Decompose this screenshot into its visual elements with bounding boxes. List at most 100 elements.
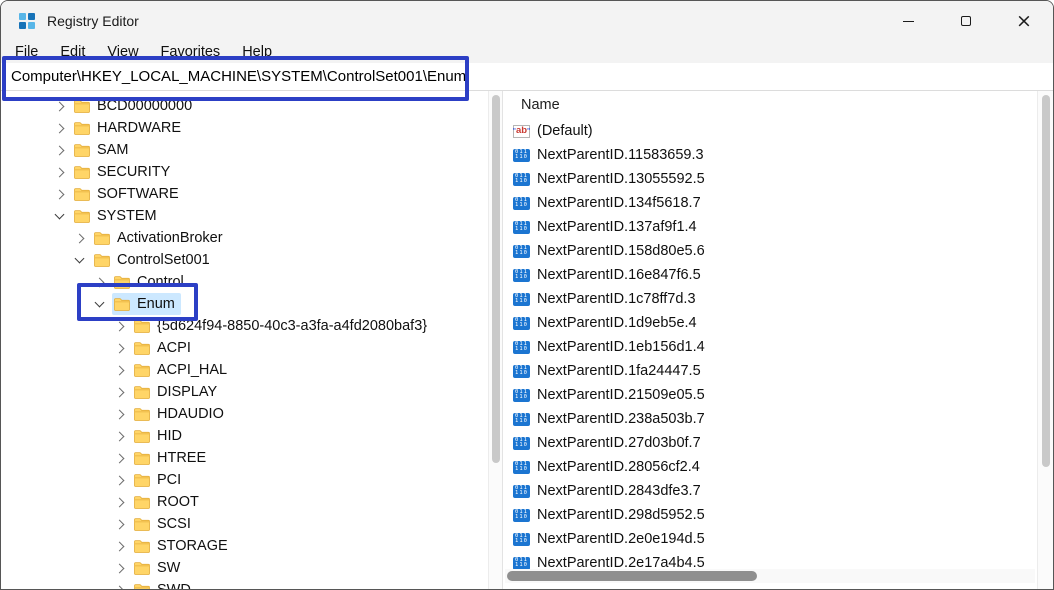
- values-horizontal-scrollbar[interactable]: [505, 569, 1035, 583]
- tree-item-body[interactable]: ACPI: [132, 337, 197, 359]
- tree-item-body[interactable]: ActivationBroker: [92, 227, 229, 249]
- chevron-right-icon[interactable]: [55, 145, 65, 155]
- value-row-nextparentid-2e0e194d-5[interactable]: 011110NextParentID.2e0e194d.5: [513, 527, 1037, 551]
- tree-item-body[interactable]: Control: [112, 271, 190, 293]
- tree-item-sw[interactable]: SW: [1, 557, 488, 579]
- chevron-right-icon[interactable]: [95, 277, 105, 287]
- tree-item-body[interactable]: HDAUDIO: [132, 403, 230, 425]
- tree-item-sam[interactable]: SAM: [1, 139, 488, 161]
- tree-item-acpi-hal[interactable]: ACPI_HAL: [1, 359, 488, 381]
- tree-item-body[interactable]: BCD00000000: [72, 95, 198, 117]
- tree-item-root[interactable]: ROOT: [1, 491, 488, 513]
- tree-item-scsi[interactable]: SCSI: [1, 513, 488, 535]
- values-scrollbar-thumb[interactable]: [1042, 95, 1050, 467]
- tree-item-body[interactable]: SCSI: [132, 513, 197, 535]
- value-row-nextparentid-137af9f1-4[interactable]: 011110NextParentID.137af9f1.4: [513, 215, 1037, 239]
- chevron-right-icon[interactable]: [55, 167, 65, 177]
- value-row-nextparentid-1d9eb5e-4[interactable]: 011110NextParentID.1d9eb5e.4: [513, 311, 1037, 335]
- value-row-nextparentid-158d80e5-6[interactable]: 011110NextParentID.158d80e5.6: [513, 239, 1037, 263]
- tree-item-acpi[interactable]: ACPI: [1, 337, 488, 359]
- value-row-nextparentid-16e847f6-5[interactable]: 011110NextParentID.16e847f6.5: [513, 263, 1037, 287]
- tree-item-body[interactable]: ACPI_HAL: [132, 359, 233, 381]
- value-row-nextparentid-2843dfe3-7[interactable]: 011110NextParentID.2843dfe3.7: [513, 479, 1037, 503]
- tree-item-software[interactable]: SOFTWARE: [1, 183, 488, 205]
- tree-scrollbar-thumb[interactable]: [492, 95, 500, 463]
- tree-item-control[interactable]: Control: [1, 271, 488, 293]
- value-row-nextparentid-238a503b-7[interactable]: 011110NextParentID.238a503b.7: [513, 407, 1037, 431]
- tree-item-pci[interactable]: PCI: [1, 469, 488, 491]
- horizontal-scrollbar-thumb[interactable]: [507, 571, 757, 581]
- chevron-right-icon[interactable]: [55, 189, 65, 199]
- chevron-right-icon[interactable]: [115, 585, 125, 589]
- chevron-right-icon[interactable]: [55, 123, 65, 133]
- tree-item-body[interactable]: HID: [132, 425, 188, 447]
- chevron-right-icon[interactable]: [115, 365, 125, 375]
- tree-item-swd[interactable]: SWD: [1, 579, 488, 589]
- tree-item-body[interactable]: SWD: [132, 579, 197, 589]
- menu-item-file[interactable]: File: [4, 44, 49, 60]
- tree-item-body[interactable]: Enum: [112, 293, 181, 315]
- value-row-nextparentid-1eb156d1-4[interactable]: 011110NextParentID.1eb156d1.4: [513, 335, 1037, 359]
- value-row-nextparentid-11583659-3[interactable]: 011110NextParentID.11583659.3: [513, 143, 1037, 167]
- value-row-nextparentid-21509e05-5[interactable]: 011110NextParentID.21509e05.5: [513, 383, 1037, 407]
- tree-item-bcd00000000[interactable]: BCD00000000: [1, 95, 488, 117]
- value-row-nextparentid-298d5952-5[interactable]: 011110NextParentID.298d5952.5: [513, 503, 1037, 527]
- menu-item-favorites[interactable]: Favorites: [150, 44, 232, 60]
- tree-item-body[interactable]: ROOT: [132, 491, 205, 513]
- tree-item-body[interactable]: SYSTEM: [72, 205, 163, 227]
- tree-item-body[interactable]: SOFTWARE: [72, 183, 185, 205]
- chevron-right-icon[interactable]: [75, 233, 85, 243]
- value-row-nextparentid-1fa24447-5[interactable]: 011110NextParentID.1fa24447.5: [513, 359, 1037, 383]
- chevron-right-icon[interactable]: [115, 541, 125, 551]
- menu-item-view[interactable]: View: [96, 44, 149, 60]
- tree-item-activationbroker[interactable]: ActivationBroker: [1, 227, 488, 249]
- tree-item-system[interactable]: SYSTEM: [1, 205, 488, 227]
- close-button[interactable]: ×: [995, 1, 1053, 41]
- minimize-button[interactable]: [879, 1, 937, 41]
- tree-item-body[interactable]: SECURITY: [72, 161, 176, 183]
- chevron-right-icon[interactable]: [115, 431, 125, 441]
- chevron-right-icon[interactable]: [115, 475, 125, 485]
- menu-item-edit[interactable]: Edit: [49, 44, 96, 60]
- tree-item-body[interactable]: {5d624f94-8850-40c3-a3fa-a4fd2080baf3}: [132, 315, 433, 337]
- maximize-button[interactable]: [937, 1, 995, 41]
- chevron-right-icon[interactable]: [115, 497, 125, 507]
- chevron-right-icon[interactable]: [115, 563, 125, 573]
- tree-item-htree[interactable]: HTREE: [1, 447, 488, 469]
- values-vertical-scrollbar[interactable]: [1037, 91, 1053, 589]
- chevron-down-icon[interactable]: [55, 210, 65, 220]
- chevron-down-icon[interactable]: [75, 254, 85, 264]
- tree-item-hardware[interactable]: HARDWARE: [1, 117, 488, 139]
- tree-item-hid[interactable]: HID: [1, 425, 488, 447]
- tree-item-5d624f94-8850-40c3-a3fa-a4fd2080baf3[interactable]: {5d624f94-8850-40c3-a3fa-a4fd2080baf3}: [1, 315, 488, 337]
- menu-item-help[interactable]: Help: [231, 44, 283, 60]
- tree-item-security[interactable]: SECURITY: [1, 161, 488, 183]
- address-input[interactable]: [1, 63, 1053, 90]
- tree-item-body[interactable]: PCI: [132, 469, 187, 491]
- tree-item-hdaudio[interactable]: HDAUDIO: [1, 403, 488, 425]
- tree-item-enum[interactable]: Enum: [1, 293, 488, 315]
- name-column-header[interactable]: Name: [513, 91, 1037, 119]
- chevron-right-icon[interactable]: [115, 321, 125, 331]
- tree-item-body[interactable]: DISPLAY: [132, 381, 223, 403]
- tree-item-body[interactable]: HARDWARE: [72, 117, 187, 139]
- chevron-down-icon[interactable]: [95, 298, 105, 308]
- value-row-nextparentid-27d03b0f-7[interactable]: 011110NextParentID.27d03b0f.7: [513, 431, 1037, 455]
- tree-item-body[interactable]: HTREE: [132, 447, 212, 469]
- value-row-nextparentid-134f5618-7[interactable]: 011110NextParentID.134f5618.7: [513, 191, 1037, 215]
- chevron-right-icon[interactable]: [115, 343, 125, 353]
- value-row-nextparentid-13055592-5[interactable]: 011110NextParentID.13055592.5: [513, 167, 1037, 191]
- tree-item-body[interactable]: SW: [132, 557, 186, 579]
- value-row-nextparentid-28056cf2-4[interactable]: 011110NextParentID.28056cf2.4: [513, 455, 1037, 479]
- chevron-right-icon[interactable]: [55, 101, 65, 111]
- chevron-right-icon[interactable]: [115, 453, 125, 463]
- value-row-default[interactable]: ab(Default): [513, 119, 1037, 143]
- chevron-right-icon[interactable]: [115, 409, 125, 419]
- tree-item-body[interactable]: SAM: [72, 139, 134, 161]
- tree-item-display[interactable]: DISPLAY: [1, 381, 488, 403]
- chevron-right-icon[interactable]: [115, 387, 125, 397]
- tree-item-body[interactable]: STORAGE: [132, 535, 234, 557]
- tree-item-storage[interactable]: STORAGE: [1, 535, 488, 557]
- tree-vertical-scrollbar[interactable]: [488, 91, 502, 589]
- value-row-nextparentid-1c78ff7d-3[interactable]: 011110NextParentID.1c78ff7d.3: [513, 287, 1037, 311]
